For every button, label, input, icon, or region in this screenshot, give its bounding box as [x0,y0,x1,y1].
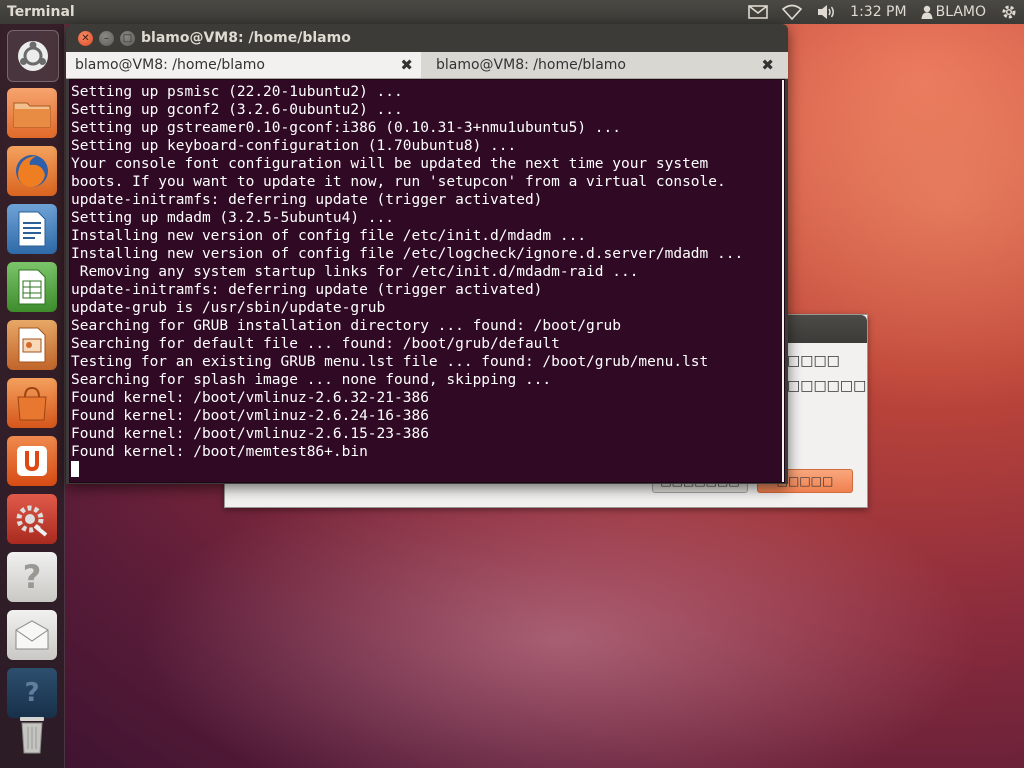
tab-2[interactable]: blamo@VM8: /home/blamo ✖ [427,52,782,78]
tab-1[interactable]: blamo@VM8: /home/blamo ✖ [66,52,421,78]
terminal-line: Installing new version of config file /e… [71,228,587,244]
tab-close-icon[interactable]: ✖ [761,52,774,78]
settings-wrench-icon [16,505,48,537]
terminal-output: Setting up psmisc (22.20-1ubuntu2) ... S… [71,83,743,479]
gear-icon[interactable] [1000,0,1018,24]
home-folder-launcher[interactable] [7,88,57,138]
terminal-line: Setting up gstreamer0.10-gconf:i386 (0.1… [71,120,621,136]
terminal-line: Setting up gconf2 (3.2.6-0ubuntu2) ... [71,102,403,118]
close-window-icon[interactable]: ✕ [78,31,93,46]
shopping-bag-icon [17,386,47,421]
user-icon [921,5,933,19]
system-settings-launcher[interactable] [7,494,57,544]
ubuntu-one-icon [17,446,47,476]
window-title: blamo@VM8: /home/blamo [141,30,351,46]
document-icon [18,211,46,247]
terminal-line: Searching for GRUB installation director… [71,318,621,334]
terminal-line: update-initramfs: deferring update (trig… [71,282,543,298]
terminal-titlebar[interactable]: ✕ – □ blamo@VM8: /home/blamo [66,24,788,52]
calc-launcher[interactable] [7,262,57,312]
workspace-question-icon: ? [24,678,40,708]
mail-launcher[interactable] [7,610,57,660]
background-dialog-text-1: □□□□ [787,353,840,369]
terminal-scrollbar[interactable] [782,80,784,482]
trash-launcher[interactable] [7,708,57,758]
firefox-launcher[interactable] [7,146,57,196]
user-menu[interactable]: BLAMO [921,0,986,24]
firefox-icon [16,155,48,187]
maximize-window-icon[interactable]: □ [120,31,135,46]
terminal-output-area[interactable]: Setting up psmisc (22.20-1ubuntu2) ... S… [69,79,785,483]
impress-launcher[interactable] [7,320,57,370]
help-launcher[interactable]: ? [7,552,57,602]
top-panel: Terminal 1:32 PM BLAMO [0,0,1024,24]
terminal-line: Testing for an existing GRUB menu.lst fi… [71,354,709,370]
mail-icon[interactable] [748,0,768,24]
ubuntu-one-launcher[interactable] [7,436,57,486]
user-name: BLAMO [935,4,986,20]
wifi-icon[interactable] [782,0,803,24]
terminal-line: Your console font configuration will be … [71,156,709,172]
launcher: ? ? [0,24,65,768]
terminal-line: Found kernel: /boot/memtest86+.bin [71,444,368,460]
clock[interactable]: 1:32 PM [850,0,906,24]
dash-home-button[interactable] [7,30,59,82]
terminal-line: update-initramfs: deferring update (trig… [71,192,543,208]
software-center-launcher[interactable] [7,378,57,428]
terminal-window: ✕ – □ blamo@VM8: /home/blamo blamo@VM8: … [66,24,788,484]
terminal-line: Setting up psmisc (22.20-1ubuntu2) ... [71,84,403,100]
tab-label: blamo@VM8: /home/blamo [75,57,265,73]
terminal-line: Searching for splash image ... none foun… [71,372,552,388]
tab-label: blamo@VM8: /home/blamo [436,57,626,73]
presentation-icon [18,327,46,363]
indicator-area: 1:32 PM BLAMO [748,0,1018,24]
folder-icon [13,102,51,128]
terminal-line: Found kernel: /boot/vmlinuz-2.6.15-23-38… [71,426,429,442]
active-app-title: Terminal [7,4,75,20]
terminal-cursor [71,461,79,477]
terminal-line: Found kernel: /boot/vmlinuz-2.6.32-21-38… [71,390,429,406]
question-mark-icon: ? [22,558,42,596]
envelope-icon [15,620,49,650]
terminal-line: Removing any system startup links for /e… [71,264,639,280]
terminal-line: update-grub is /usr/sbin/update-grub [71,300,386,316]
writer-launcher[interactable] [7,204,57,254]
tab-bar: blamo@VM8: /home/blamo ✖ blamo@VM8: /hom… [66,52,788,79]
terminal-line: Setting up mdadm (3.2.5-5ubuntu4) ... [71,210,395,226]
terminal-line: boots. If you want to update it now, run… [71,174,726,190]
background-dialog-text-2: □□□□□□ [787,378,867,394]
trash-icon [20,717,44,754]
terminal-line: Searching for default file ... found: /b… [71,336,560,352]
tab-close-icon[interactable]: ✖ [400,52,413,78]
terminal-line: Found kernel: /boot/vmlinuz-2.6.24-16-38… [71,408,429,424]
volume-icon[interactable] [816,0,836,24]
terminal-line: Setting up keyboard-configuration (1.70u… [71,138,517,154]
minimize-window-icon[interactable]: – [99,31,114,46]
ubuntu-logo-icon [18,41,48,71]
spreadsheet-icon [18,269,46,305]
terminal-line: Installing new version of config file /e… [71,246,744,262]
